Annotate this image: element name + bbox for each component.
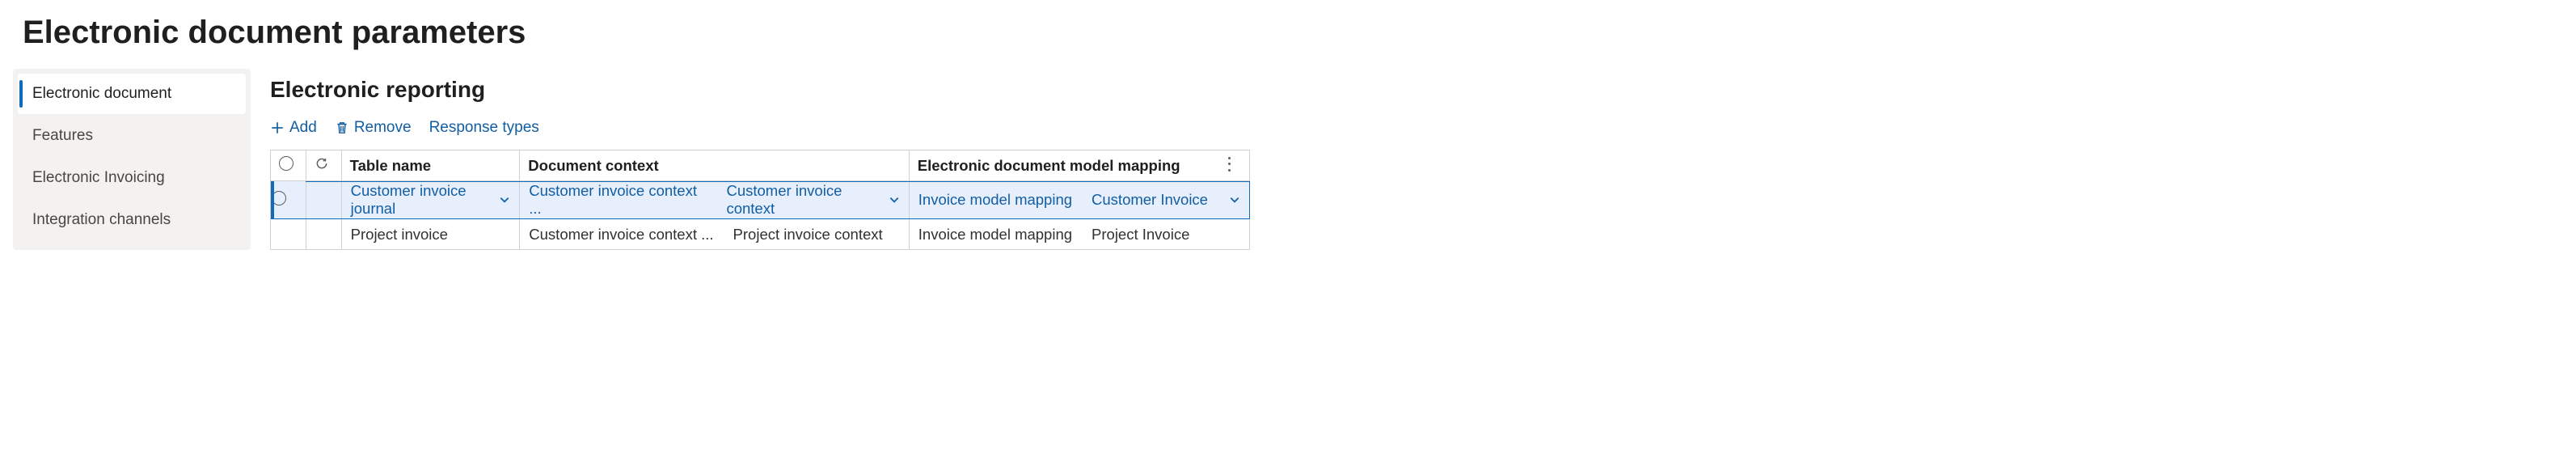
table-row[interactable]: Project invoice Customer invoice context… [271,219,1250,250]
select-all-radio[interactable] [279,156,293,171]
row-select-cell[interactable] [271,181,306,219]
cell-value: Project invoice [351,226,448,244]
er-grid: Table name Document context Electronic d… [270,150,1250,250]
chevron-down-icon[interactable] [889,194,900,205]
main-panel: Electronic reporting Add Remove [251,69,1269,250]
refresh-icon [315,157,329,174]
chevron-down-icon[interactable] [499,194,510,205]
cell-document-context[interactable]: Customer invoice context ... Project inv… [520,219,910,250]
plus-icon [270,121,285,135]
cell-value-b: Project Invoice [1092,226,1189,244]
cell-value-a: Invoice model mapping [918,226,1072,244]
sidebar: Electronic document Features Electronic … [13,69,251,250]
column-header-document-context[interactable]: Document context [520,150,910,181]
button-label: Response types [429,119,539,137]
button-label: Add [289,119,317,137]
button-label: Remove [354,119,412,137]
sidebar-item-label: Electronic Invoicing [32,169,165,186]
sidebar-item-integration-channels[interactable]: Integration channels [18,200,246,240]
cell-value-b: Project invoice context [733,226,883,244]
column-header-table-name[interactable]: Table name [341,150,520,181]
sidebar-item-features[interactable]: Features [18,116,246,156]
sidebar-item-electronic-invoicing[interactable]: Electronic Invoicing [18,158,246,198]
sidebar-item-label: Features [32,127,93,144]
chevron-down-icon[interactable] [1229,194,1240,205]
sidebar-item-label: Electronic document [32,85,171,102]
cell-value-b: Customer invoice context [726,182,888,218]
add-button[interactable]: Add [270,117,317,138]
cell-table-name[interactable]: Project invoice [341,219,520,250]
cell-value-a: Customer invoice context ... [529,182,707,218]
trash-icon [335,121,349,135]
column-header-refresh[interactable] [306,150,341,181]
section-title: Electronic reporting [270,77,1250,103]
more-icon[interactable] [1222,157,1236,172]
page-title: Electronic document parameters [0,0,2576,69]
row-refresh-cell [306,219,341,250]
column-header-model-mapping[interactable]: Electronic document model mapping [909,150,1249,181]
cell-model-mapping[interactable]: Invoice model mapping Project Invoice [909,219,1249,250]
sidebar-item-label: Integration channels [32,211,171,228]
response-types-button[interactable]: Response types [429,117,539,138]
row-select-cell[interactable] [271,219,306,250]
cell-table-name[interactable]: Customer invoice journal [341,181,520,219]
cell-value-b: Customer Invoice [1092,191,1208,209]
row-refresh-cell [306,181,341,219]
remove-button[interactable]: Remove [335,117,412,138]
column-label: Electronic document model mapping [918,157,1180,174]
table-row[interactable]: Customer invoice journal Customer invoic… [271,181,1250,219]
cell-value: Customer invoice journal [351,182,500,218]
cell-document-context[interactable]: Customer invoice context ... Customer in… [520,181,910,219]
cell-model-mapping[interactable]: Invoice model mapping Customer Invoice [909,181,1249,219]
toolbar: Add Remove Response types [270,117,1250,138]
sidebar-item-electronic-document[interactable]: Electronic document [18,74,246,114]
column-header-select[interactable] [271,150,306,181]
cell-value-a: Customer invoice context ... [529,226,713,244]
row-radio[interactable] [272,191,286,205]
cell-value-a: Invoice model mapping [918,191,1072,209]
